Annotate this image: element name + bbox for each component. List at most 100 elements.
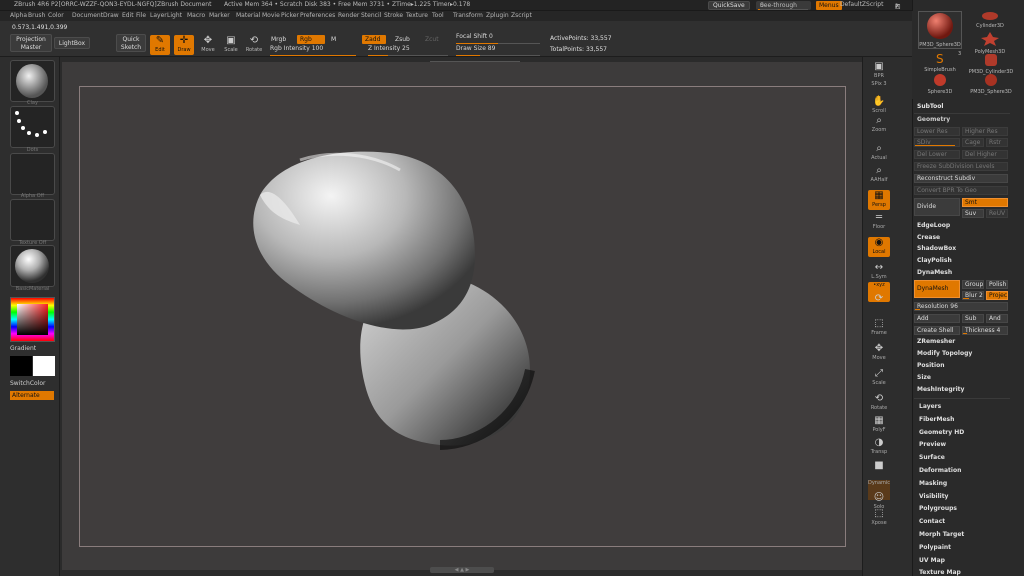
lightbox-button[interactable]: LightBox <box>54 37 90 49</box>
local-button[interactable]: ◉ Local <box>868 237 890 257</box>
polyf-button[interactable]: ▦ PolyF <box>868 415 890 435</box>
move-button[interactable]: ✥ Move <box>868 343 890 363</box>
tray-menu-layers[interactable]: Layers <box>919 403 941 410</box>
tool-thumb-simplebrush[interactable]: 3 S SimpleBrush <box>918 51 962 73</box>
menu-macro[interactable]: Macro <box>187 12 205 19</box>
and-button[interactable]: And <box>986 314 1008 323</box>
z-intensity-slider[interactable]: Z Intensity 25 <box>368 45 448 56</box>
aahalf-button[interactable]: ⌕ AAHalf <box>868 165 890 185</box>
scale-button[interactable]: ⤢ Scale <box>868 368 890 388</box>
close-icon[interactable]: ✕ <box>895 3 900 10</box>
blur-slider[interactable]: Blur 2 <box>962 291 984 300</box>
sub-button[interactable]: Sub <box>962 314 984 323</box>
groups-toggle[interactable]: Groups <box>962 280 984 289</box>
menu-zscript[interactable]: Zscript <box>511 12 532 19</box>
del-higher-button[interactable]: Del Higher <box>962 150 1008 159</box>
dynamesh-button[interactable]: DynaMesh <box>914 280 960 298</box>
smt-toggle[interactable]: Smt <box>962 198 1008 207</box>
tool-thumb-pm3d-sphere[interactable]: PM3D_Sphere3D <box>966 73 1016 95</box>
menu-movie[interactable]: Movie <box>262 12 280 19</box>
shadowbox-menu[interactable]: ShadowBox <box>917 245 956 252</box>
dynamesh-menu[interactable]: DynaMesh <box>917 269 952 276</box>
tray-menu-morph-target[interactable]: Morph Target <box>919 531 964 538</box>
resolution-slider[interactable]: Resolution 96 <box>914 302 1008 311</box>
floor-button[interactable]: ═ Floor <box>868 212 890 232</box>
tray-menu-polypaint[interactable]: Polypaint <box>919 544 951 551</box>
alpha-thumbnail[interactable] <box>10 153 55 195</box>
tray-menu-polygroups[interactable]: Polygroups <box>919 505 957 512</box>
zsub-button[interactable]: Zsub <box>392 35 413 44</box>
tool-thumb-cylinder[interactable]: Cylinder3D <box>966 11 1014 29</box>
color-picker[interactable] <box>10 297 55 342</box>
higher-res-button[interactable]: Higher Res <box>962 127 1008 136</box>
tray-menu-surface[interactable]: Surface <box>919 454 945 461</box>
menu-tool[interactable]: Tool <box>432 12 444 19</box>
tray-menu-geometry-hd[interactable]: Geometry HD <box>919 429 964 436</box>
quick-sketch-button[interactable]: Quick Sketch <box>116 34 146 52</box>
move-mode-button[interactable]: ✥ Move <box>198 35 218 55</box>
menu-color[interactable]: Color <box>48 12 64 19</box>
default-zscript-button[interactable]: DefaultZScript <box>840 1 883 8</box>
menu-brush[interactable]: Brush <box>28 12 45 19</box>
menu-material[interactable]: Material <box>236 12 260 19</box>
viewport-bottom-handle[interactable]: ◀ ▲ ▶ <box>430 567 494 573</box>
sculpt-mesh[interactable] <box>240 145 550 455</box>
cage-button[interactable]: Cage <box>962 138 984 147</box>
rotate-y-button[interactable]: ⟳ <box>868 293 890 313</box>
rgb-intensity-slider[interactable]: Rgb Intensity 100 <box>270 45 356 56</box>
tray-menu-contact[interactable]: Contact <box>919 518 945 525</box>
menu-alpha[interactable]: Alpha <box>10 12 27 19</box>
tray-section-modify-topology[interactable]: Modify Topology <box>917 350 972 357</box>
divide-button[interactable]: Divide <box>914 198 960 216</box>
menu-zplugin[interactable]: Zplugin <box>486 12 509 19</box>
del-lower-button[interactable]: Del Lower <box>914 150 960 159</box>
scale-mode-button[interactable]: ▣ Scale <box>221 35 241 55</box>
edit-mode-button[interactable]: ✎ Edit <box>150 35 170 55</box>
tool-thumb-active[interactable]: PM3D_Sphere3D <box>918 11 962 49</box>
menu-marker[interactable]: Marker <box>209 12 230 19</box>
frame-button[interactable]: ⬚ Frame <box>868 318 890 338</box>
brush-thumbnail[interactable] <box>10 60 55 102</box>
add-button[interactable]: Add <box>914 314 960 323</box>
tray-menu-fibermesh[interactable]: FiberMesh <box>919 416 954 423</box>
menu-preferences[interactable]: Preferences <box>300 12 335 19</box>
draw-size-slider[interactable]: Draw Size 89 <box>456 45 540 56</box>
freeze-subdivision-button[interactable]: Freeze SubDivision Levels <box>914 162 1008 171</box>
stroke-thumbnail[interactable] <box>10 106 55 148</box>
rotate-button[interactable]: ⟲ Rotate <box>868 393 890 413</box>
thickness-slider[interactable]: Thickness 4 <box>962 326 1008 335</box>
alternate-button[interactable]: Alternate <box>10 391 54 400</box>
subtool-menu[interactable]: SubTool <box>917 103 943 110</box>
menu-stroke[interactable]: Stroke <box>384 12 403 19</box>
sdiv-slider[interactable]: SDiv <box>914 138 960 147</box>
xpose-button[interactable]: ⬚ Xpose <box>868 508 890 528</box>
zoom-button[interactable]: ⌕ Zoom <box>868 115 890 135</box>
material-thumbnail[interactable] <box>10 245 55 287</box>
actual-button[interactable]: ⌕ Actual <box>868 143 890 163</box>
scroll-button[interactable]: ✋ Scroll <box>868 96 890 116</box>
tool-thumb-polymesh[interactable]: PolyMesh3D <box>966 31 1014 55</box>
tool-thumb-pm3d-cylinder[interactable]: PM3D_Cylinder3D <box>966 53 1016 75</box>
menu-file[interactable]: File <box>136 12 146 19</box>
crease-menu[interactable]: Crease <box>917 234 940 241</box>
create-shell-button[interactable]: Create Shell <box>914 326 960 335</box>
menu-texture[interactable]: Texture <box>406 12 428 19</box>
menu-edit[interactable]: Edit <box>122 12 134 19</box>
tray-menu-deformation[interactable]: Deformation <box>919 467 961 474</box>
transp-button[interactable]: ◑ Transp <box>868 437 890 457</box>
switchcolor-button[interactable]: SwitchColor <box>10 380 46 387</box>
tray-menu-visibility[interactable]: Visibility <box>919 493 948 500</box>
rotate-mode-button[interactable]: ⟲ Rotate <box>244 35 264 55</box>
tray-menu-texture-map[interactable]: Texture Map <box>919 569 961 576</box>
tray-section-zremesher[interactable]: ZRemesher <box>917 338 955 345</box>
zadd-button[interactable]: Zadd <box>362 35 386 44</box>
gradient-toggle[interactable]: Gradient <box>10 345 36 352</box>
tool-thumb-sphere[interactable]: Sphere3D <box>918 73 962 95</box>
menu-stencil[interactable]: Stencil <box>361 12 381 19</box>
zcut-button[interactable]: Zcut <box>422 35 442 44</box>
draw-mode-button[interactable]: ✛ Draw <box>174 35 194 55</box>
persp-button[interactable]: ▦ Persp <box>868 190 890 210</box>
menu-draw[interactable]: Draw <box>103 12 119 19</box>
projection-master-button[interactable]: Projection Master <box>10 34 52 52</box>
menu-document[interactable]: Document <box>72 12 103 19</box>
